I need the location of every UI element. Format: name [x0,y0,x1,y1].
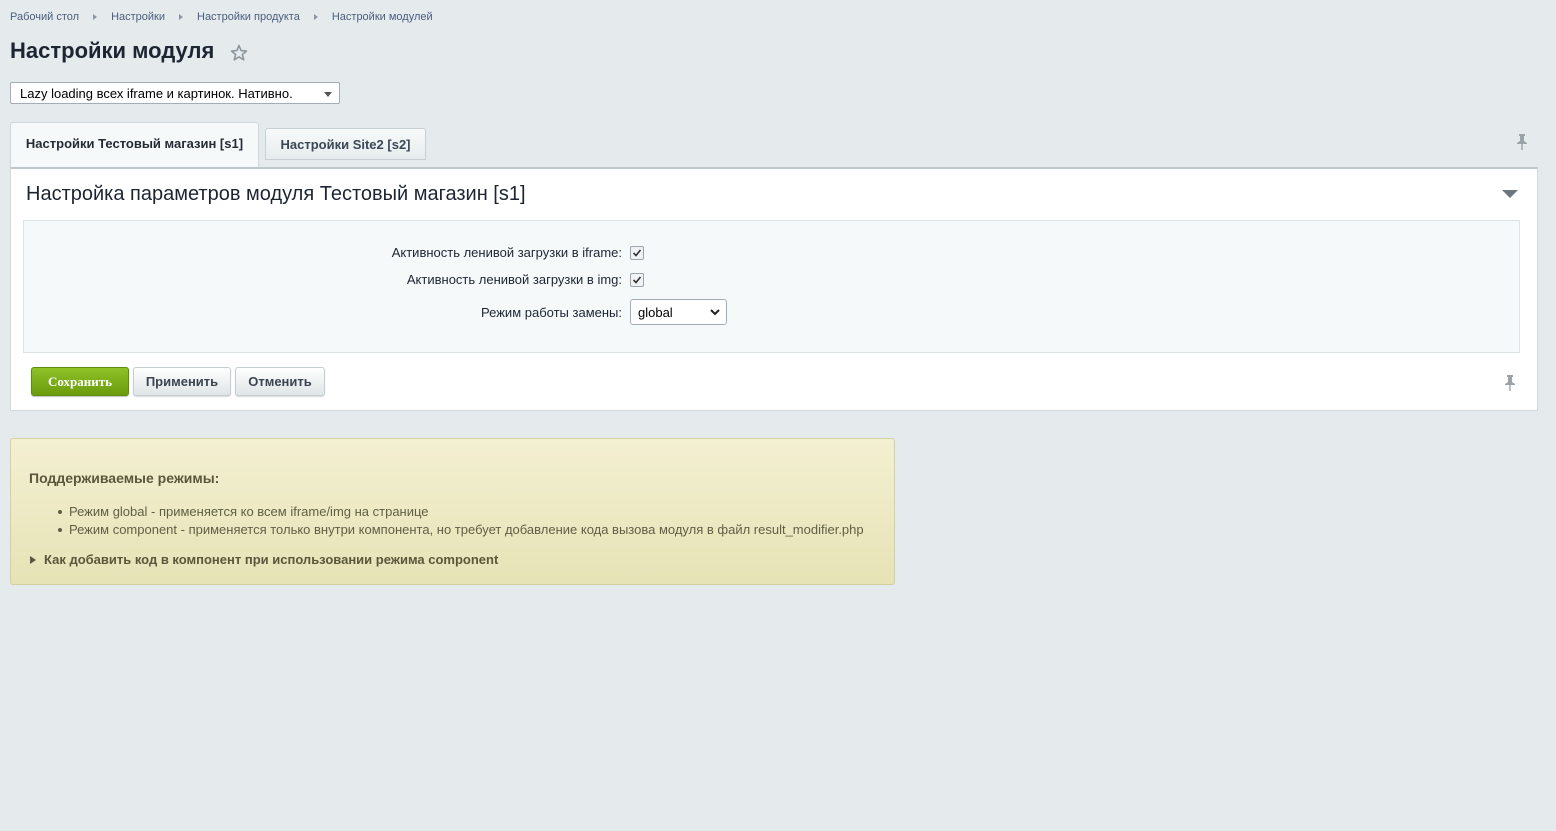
pin-icon[interactable] [1515,133,1529,151]
list-item: Режим component - применяется только вну… [58,521,864,539]
replace-mode-select[interactable]: global [630,299,727,325]
panel-title: Настройка параметров модуля Тестовый маг… [26,183,526,205]
expand-triangle-icon [30,555,36,564]
settings-form: Активность ленивой загрузки в iframe: Ак… [23,220,1520,353]
info-box: Поддерживаемые режимы: Режим global - пр… [10,438,895,585]
img-lazy-checkbox[interactable] [630,273,644,287]
breadcrumb-item-desktop[interactable]: Рабочий стол [10,11,79,23]
mode-component-text: Режим component - применяется только вну… [69,522,864,537]
breadcrumb-separator-icon [313,14,318,20]
list-item: Режим global - применяется ко всем ifram… [58,503,864,521]
info-title: Поддерживаемые режимы: [29,470,220,486]
how-to-add-code-expander[interactable]: Как добавить код в компонент при использ… [30,552,498,567]
chevron-down-icon [710,309,720,316]
collapse-icon[interactable] [1502,190,1518,198]
pin-icon[interactable] [1503,374,1517,392]
iframe-lazy-checkbox[interactable] [630,246,644,260]
apply-button[interactable]: Применить [133,367,231,396]
chevron-down-icon [324,92,332,97]
star-icon[interactable] [229,43,249,63]
breadcrumb-separator-icon [179,14,183,20]
tab-label: Настройки Site2 [s2] [280,137,411,152]
tab-site-s2[interactable]: Настройки Site2 [s2] [265,128,426,160]
bullet-icon [58,528,62,532]
page-title: Настройки модуля [10,38,215,63]
tab-label: Настройки Тестовый магазин [s1] [25,136,244,151]
iframe-lazy-label: Активность ленивой загрузки в iframe: [391,245,622,260]
settings-panel: Настройка параметров модуля Тестовый маг… [10,167,1538,411]
breadcrumb-item-product-settings[interactable]: Настройки продукта [197,11,300,23]
mode-global-text: Режим global - применяется ко всем ifram… [69,504,429,519]
check-icon [632,249,642,257]
expander-label: Как добавить код в компонент при использ… [44,552,499,567]
replace-mode-value: global [638,305,673,320]
bullet-icon [58,510,62,514]
breadcrumb-item-module-settings[interactable]: Настройки модулей [332,11,433,23]
replace-mode-label: Режим работы замены: [481,305,622,320]
module-select[interactable]: Lazy loading всех iframe и картинок. Нат… [10,82,340,104]
img-lazy-label: Активность ленивой загрузки в img: [406,272,622,287]
check-icon [632,276,642,284]
module-select-value: Lazy loading всех iframe и картинок. Нат… [20,86,293,101]
tab-site-s1[interactable]: Настройки Тестовый магазин [s1] [10,122,259,167]
breadcrumb-item-settings[interactable]: Настройки [111,11,165,23]
modes-list: Режим global - применяется ко всем ifram… [58,503,864,539]
save-button[interactable]: Сохранить [31,367,129,396]
breadcrumb-separator-icon [93,14,98,20]
breadcrumb: Рабочий стол Настройки Настройки продукт… [10,11,433,23]
cancel-button[interactable]: Отменить [235,367,325,396]
